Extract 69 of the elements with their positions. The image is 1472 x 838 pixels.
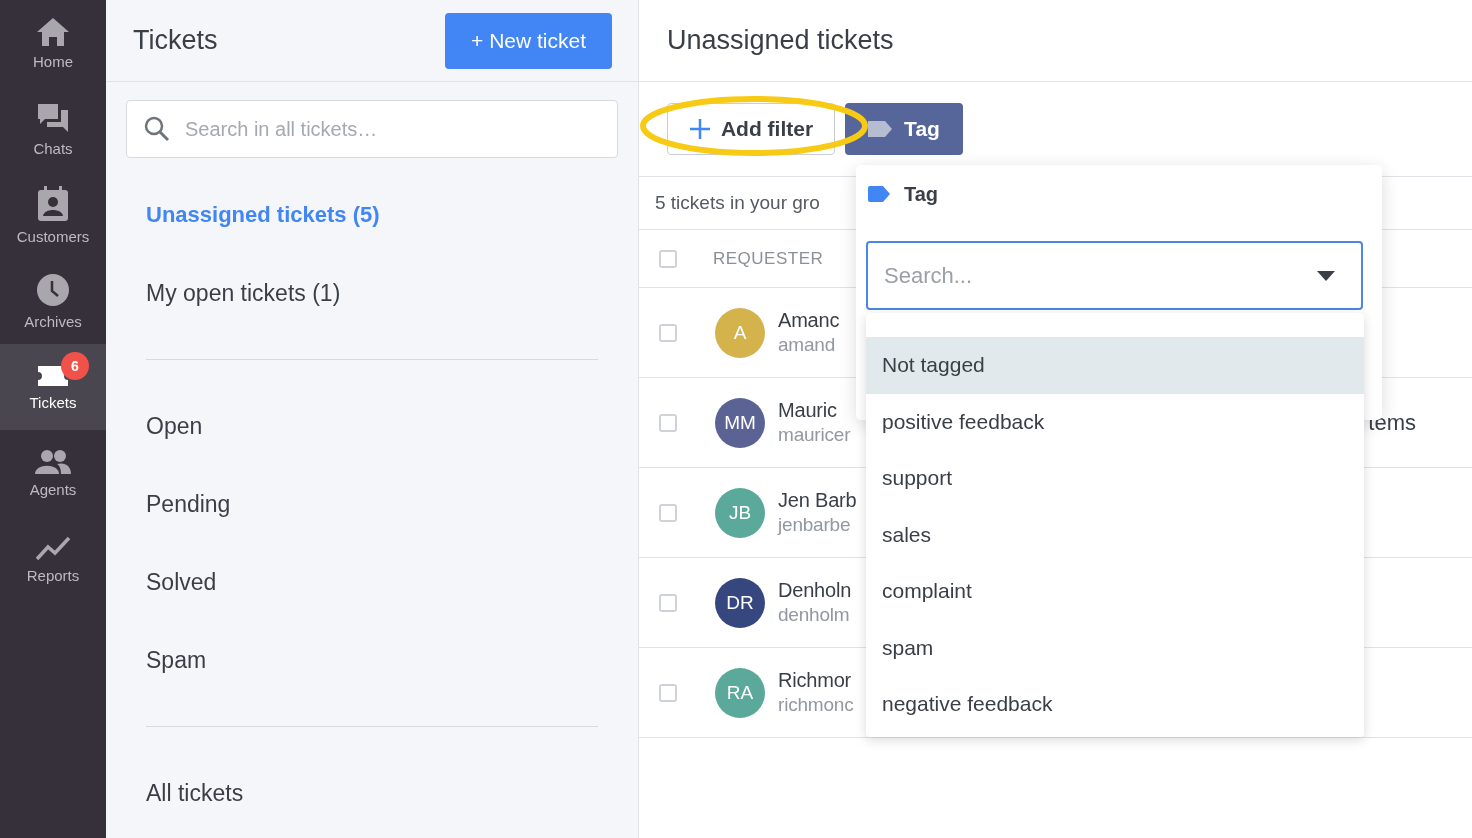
- page-title: Unassigned tickets: [667, 25, 894, 56]
- ticket-count-text: 5 tickets in your gro: [655, 192, 820, 214]
- requester-email: denholm: [778, 604, 851, 626]
- nav-label: Reports: [26, 566, 80, 584]
- home-icon: [36, 16, 70, 47]
- people-icon: [35, 448, 71, 475]
- row-checkbox[interactable]: [659, 593, 677, 612]
- requester-name: Denholn: [778, 579, 852, 602]
- nav-label: Chats: [33, 139, 73, 157]
- avatar: RA: [715, 667, 765, 718]
- count-badge: 6: [61, 351, 89, 380]
- popover-title: Tag: [904, 182, 939, 206]
- search-field[interactable]: Search in all tickets…: [126, 100, 618, 158]
- nav-label: Home: [33, 52, 73, 70]
- plus-icon: [688, 118, 711, 140]
- chat-bubbles-icon: [36, 101, 70, 134]
- tag-icon: [868, 186, 890, 202]
- view-link[interactable]: Open: [146, 412, 203, 440]
- nav-item[interactable]: Agents: [0, 430, 106, 516]
- tag-search-field[interactable]: Search...: [866, 241, 1363, 310]
- requester-name: Jen Barb: [778, 489, 857, 512]
- requester-email: mauricer: [778, 424, 851, 446]
- avatar: JB: [715, 487, 765, 538]
- avatar: MM: [715, 397, 765, 448]
- view-link[interactable]: Spam: [146, 646, 207, 674]
- line-chart-icon: [35, 534, 71, 561]
- column-header: REQUESTER: [713, 248, 824, 269]
- row-checkbox[interactable]: [659, 683, 677, 702]
- requester-name: Amanc: [778, 309, 840, 332]
- panel-title: Tickets: [133, 25, 218, 56]
- tag-option[interactable]: negative feedback: [866, 676, 1364, 733]
- tag-option[interactable]: Not tagged: [866, 337, 1364, 394]
- nav-item[interactable]: Home: [0, 0, 106, 86]
- tag-option[interactable]: sales: [866, 506, 1364, 563]
- nav-item[interactable]: Customers: [0, 172, 106, 258]
- nav-item[interactable]: 6 Tickets: [0, 344, 106, 430]
- tag-icon: [868, 121, 893, 137]
- view-link[interactable]: Pending: [146, 490, 231, 518]
- tag-option[interactable]: support: [866, 450, 1364, 507]
- requester-name: Mauric: [778, 399, 838, 422]
- requester-email: richmonc: [778, 694, 854, 716]
- view-link[interactable]: All tickets: [146, 779, 244, 807]
- nav-label: Tickets: [29, 393, 77, 411]
- avatar: A: [715, 307, 765, 358]
- requester-name: Richmor: [778, 669, 853, 692]
- tag-option[interactable]: spam: [866, 619, 1364, 676]
- nav-label: Agents: [29, 480, 77, 498]
- nav-item[interactable]: Chats: [0, 86, 106, 172]
- new-ticket-button[interactable]: + New ticket: [445, 12, 612, 69]
- nav-item[interactable]: Archives: [0, 258, 106, 344]
- caret-down-icon: [1317, 271, 1335, 281]
- clock-icon: [36, 272, 70, 307]
- row-checkbox[interactable]: [659, 413, 677, 432]
- contact-card-icon: [36, 185, 70, 222]
- ticket-icon: [37, 363, 69, 388]
- nav-item[interactable]: Reports: [0, 516, 106, 602]
- requester-email: jenbarbe: [778, 514, 852, 536]
- view-link[interactable]: Solved: [146, 568, 217, 596]
- tag-option[interactable]: positive feedback: [866, 393, 1364, 450]
- tag-option[interactable]: complaint: [866, 563, 1364, 620]
- nav-label: Customers: [16, 227, 90, 245]
- row-checkbox[interactable]: [659, 503, 677, 522]
- avatar: DR: [715, 577, 765, 628]
- select-all-checkbox[interactable]: [659, 249, 677, 268]
- requester-email: amand: [778, 334, 837, 356]
- nav-label: Archives: [24, 312, 82, 330]
- row-checkbox[interactable]: [659, 323, 677, 342]
- view-link[interactable]: My open tickets (1): [146, 279, 341, 307]
- tag-filter-button[interactable]: Tag: [845, 103, 963, 155]
